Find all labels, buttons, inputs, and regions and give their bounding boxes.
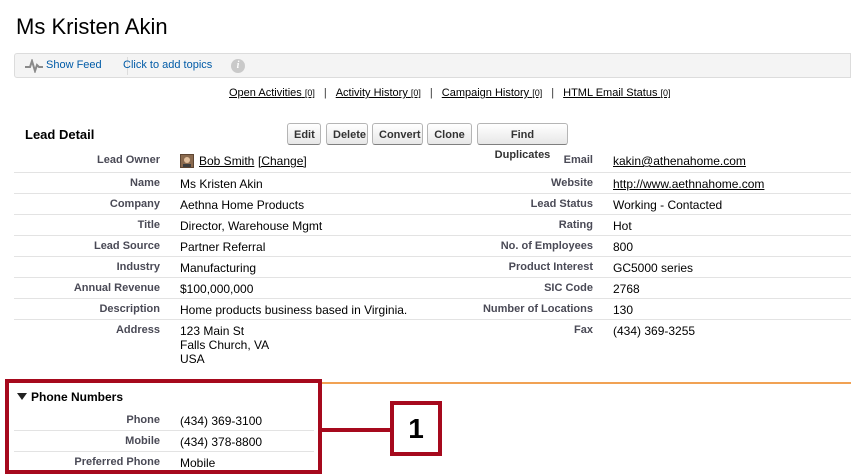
employees-label: No. of Employees (500, 240, 593, 252)
annual-revenue-value: $100,000,000 (180, 282, 254, 296)
html-email-status-label: HTML Email Status (563, 87, 658, 99)
industry-label: Industry (116, 261, 160, 273)
name-value: Ms Kristen Akin (180, 177, 263, 191)
campaign-history-count: [0] (532, 88, 543, 98)
row-description: Description Home products business based… (14, 299, 851, 320)
lead-detail-title: Lead Detail (25, 127, 95, 142)
change-owner-link[interactable]: [Change] (258, 154, 307, 168)
row-lead-owner: Lead Owner Bob Smith [Change] Email kaki… (14, 152, 851, 173)
html-email-status-link[interactable]: HTML Email Status [0] (563, 87, 670, 99)
row-title: Title Director, Warehouse Mgmt Rating Ho… (14, 215, 851, 236)
locations-value: 130 (613, 303, 634, 317)
address-line3: USA (180, 352, 205, 366)
description-value: Home products business based in Virginia… (180, 303, 408, 317)
activity-history-label: Activity History (335, 87, 408, 99)
rating-value: Hot (613, 219, 632, 233)
info-icon[interactable]: i (231, 59, 245, 73)
row-company: Company Aethna Home Products Lead Status… (14, 194, 851, 215)
email-link[interactable]: kakin@athenahome.com (613, 154, 746, 168)
row-industry: Industry Manufacturing Product Interest … (14, 257, 851, 278)
html-email-status-count: [0] (660, 88, 671, 98)
company-label: Company (109, 198, 160, 210)
callout-number-badge: 1 (390, 401, 442, 456)
pulse-icon (25, 59, 43, 73)
industry-value: Manufacturing (180, 261, 257, 275)
campaign-history-link[interactable]: Campaign History [0] (442, 87, 543, 99)
delete-button[interactable]: Delete (326, 123, 368, 145)
sic-code-value: 2768 (613, 282, 640, 296)
address-line2: Falls Church, VA (180, 338, 270, 352)
row-annual-revenue: Annual Revenue $100,000,000 SIC Code 276… (14, 278, 851, 299)
employees-value: 800 (613, 240, 634, 254)
section-rule (322, 382, 851, 384)
fax-value: (434) 369-3255 (613, 324, 696, 338)
fax-label: Fax (574, 324, 593, 336)
find-duplicates-button[interactable]: Find Duplicates (477, 123, 568, 161)
convert-button[interactable]: Convert (372, 123, 423, 145)
website-link[interactable]: http://www.aethnahome.com (613, 177, 764, 191)
email-label: Email (563, 154, 593, 166)
activity-history-link[interactable]: Activity History [0] (336, 87, 421, 99)
address-line1: 123 Main St (180, 324, 245, 338)
open-activities-count: [0] (304, 88, 315, 98)
lead-source-value: Partner Referral (180, 240, 266, 254)
related-list-links: Open Activities [0] | Activity History [0]… (229, 87, 671, 99)
company-value: Aethna Home Products (180, 198, 305, 212)
product-interest-value: GC5000 series (613, 261, 694, 275)
address-label: Address (115, 324, 160, 336)
callout-highlight-box (5, 379, 322, 474)
row-address: Address 123 Main St Falls Church, VA USA… (14, 320, 851, 370)
activity-history-count: [0] (410, 88, 421, 98)
edit-button[interactable]: Edit (287, 123, 321, 145)
lead-owner-link[interactable]: Bob Smith (199, 154, 254, 168)
sic-code-label: SIC Code (544, 282, 593, 294)
annual-revenue-label: Annual Revenue (73, 282, 160, 294)
feed-bar: Show Feed Click to add topics i (14, 53, 851, 78)
lead-source-label: Lead Source (93, 240, 160, 252)
clone-button[interactable]: Clone (427, 123, 472, 145)
callout-connector (322, 428, 392, 432)
product-interest-label: Product Interest (508, 261, 593, 273)
website-label: Website (551, 177, 593, 189)
page-title: Ms Kristen Akin (16, 14, 168, 39)
campaign-history-label: Campaign History (441, 87, 530, 99)
row-name: Name Ms Kristen Akin Website http://www.… (14, 173, 851, 194)
lead-status-value: Working - Contacted (613, 198, 723, 212)
title-label: Title (137, 219, 160, 231)
locations-label: Number of Locations (482, 303, 593, 315)
add-topics-link[interactable]: Click to add topics (123, 59, 212, 71)
open-activities-label: Open Activities (229, 87, 302, 99)
row-lead-source: Lead Source Partner Referral No. of Empl… (14, 236, 851, 257)
lead-owner-label: Lead Owner (97, 154, 160, 166)
description-label: Description (99, 303, 160, 315)
title-value: Director, Warehouse Mgmt (180, 219, 323, 233)
rating-label: Rating (558, 219, 593, 231)
lead-status-label: Lead Status (530, 198, 593, 210)
name-label: Name (130, 177, 160, 189)
open-activities-link[interactable]: Open Activities [0] (229, 87, 315, 99)
owner-avatar (180, 154, 194, 168)
show-feed-link[interactable]: Show Feed (46, 59, 102, 71)
